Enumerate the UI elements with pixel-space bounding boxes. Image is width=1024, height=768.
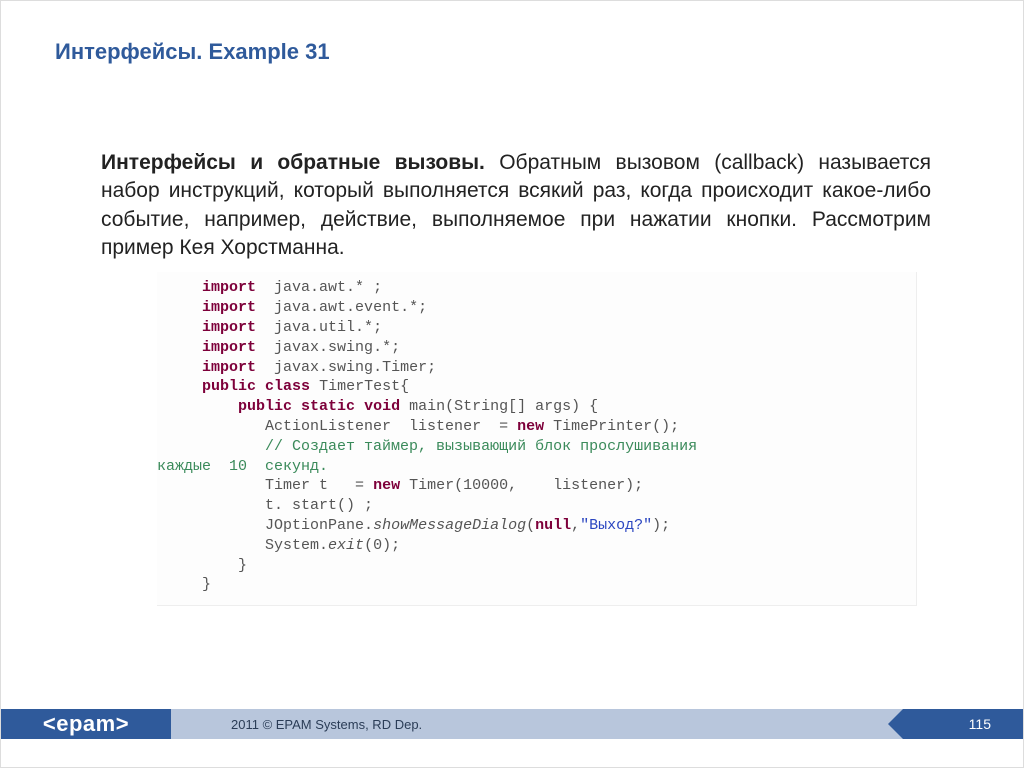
code-block: import java.awt.* ; import java.awt.even… (157, 272, 917, 606)
copyright-text: 2011 © EPAM Systems, RD Dep. (231, 717, 422, 732)
page-number: 115 (969, 716, 991, 732)
logo-text: <epam> (43, 711, 129, 737)
footer: <epam> 2011 © EPAM Systems, RD Dep. 115 (1, 709, 1023, 739)
paragraph-lead: Интерфейсы и обратные вызовы. (101, 151, 485, 174)
body-paragraph: Интерфейсы и обратные вызовы. Обратным в… (101, 149, 931, 262)
slide: Интерфейсы. Example 31 Интерфейсы и обра… (0, 0, 1024, 768)
page-number-box: 115 (903, 709, 1023, 739)
slide-title: Интерфейсы. Example 31 (55, 39, 330, 65)
epam-logo: <epam> (1, 709, 171, 739)
slide-body: Интерфейсы и обратные вызовы. Обратным в… (101, 149, 931, 606)
footer-mid: 2011 © EPAM Systems, RD Dep. (171, 709, 903, 739)
